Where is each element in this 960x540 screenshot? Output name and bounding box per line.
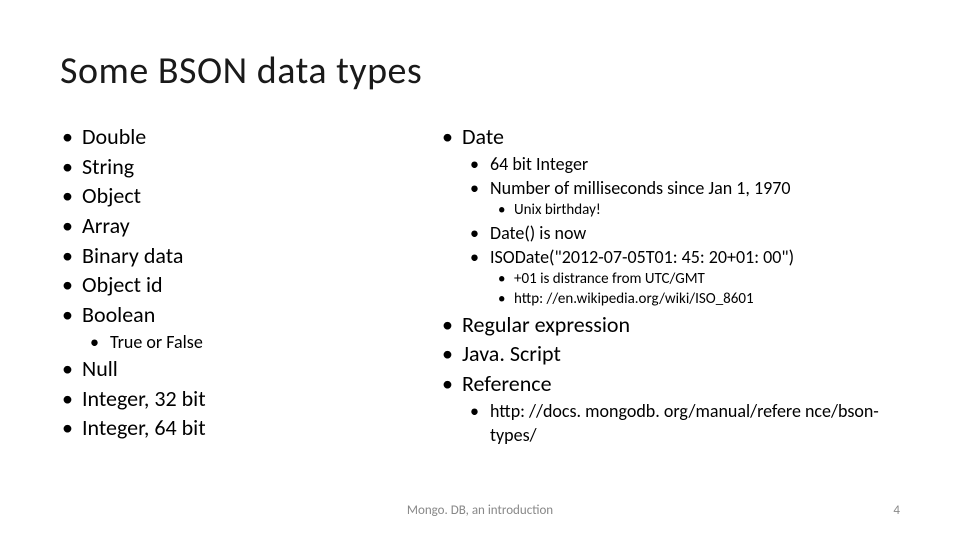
list-item: Integer, 32 bit	[60, 384, 420, 414]
list-subitem: Date() is now	[468, 221, 900, 245]
list-item: Null	[60, 354, 420, 384]
footer-center: Mongo. DB, an introduction	[407, 503, 553, 518]
list-subitem: ISODate("2012-07-05T01: 45: 20+01: 00")	[468, 245, 900, 269]
page-number: 4	[893, 503, 900, 518]
list-item-date: Date	[440, 122, 900, 152]
list-item: Object	[60, 181, 420, 211]
list-subsubitem: Unix birthday!	[494, 200, 900, 220]
right-column: Date 64 bit Integer Number of millisecon…	[440, 122, 900, 447]
list-subitem: 64 bit Integer	[468, 152, 900, 176]
right-list: Date 64 bit Integer Number of millisecon…	[440, 122, 900, 447]
slide-footer: Mongo. DB, an introduction 4	[0, 503, 960, 518]
list-item: Java. Script	[440, 339, 900, 369]
list-item: Binary data	[60, 241, 420, 271]
list-subitem: Number of milliseconds since Jan 1, 1970	[468, 176, 900, 200]
list-item: Object id	[60, 270, 420, 300]
list-item: Double	[60, 122, 420, 152]
list-item: String	[60, 152, 420, 182]
list-item: Integer, 64 bit	[60, 413, 420, 443]
list-subsubitem: +01 is distrance from UTC/GMT	[494, 269, 900, 289]
list-item: Regular expression	[440, 310, 900, 340]
list-subitem: True or False	[88, 330, 420, 354]
list-subitem: http: //docs. mongodb. org/manual/refere…	[468, 399, 900, 448]
list-item: Boolean	[60, 300, 420, 330]
list-item: Array	[60, 211, 420, 241]
left-list: Double String Object Array Binary data O…	[60, 122, 420, 443]
slide-title: Some BSON data types	[60, 48, 900, 94]
slide: Some BSON data types Double String Objec…	[0, 0, 960, 540]
list-subsubitem: http: //en.wikipedia.org/wiki/ISO_8601	[494, 289, 900, 309]
list-item: Reference	[440, 369, 900, 399]
left-column: Double String Object Array Binary data O…	[60, 122, 420, 447]
content-columns: Double String Object Array Binary data O…	[60, 122, 900, 447]
